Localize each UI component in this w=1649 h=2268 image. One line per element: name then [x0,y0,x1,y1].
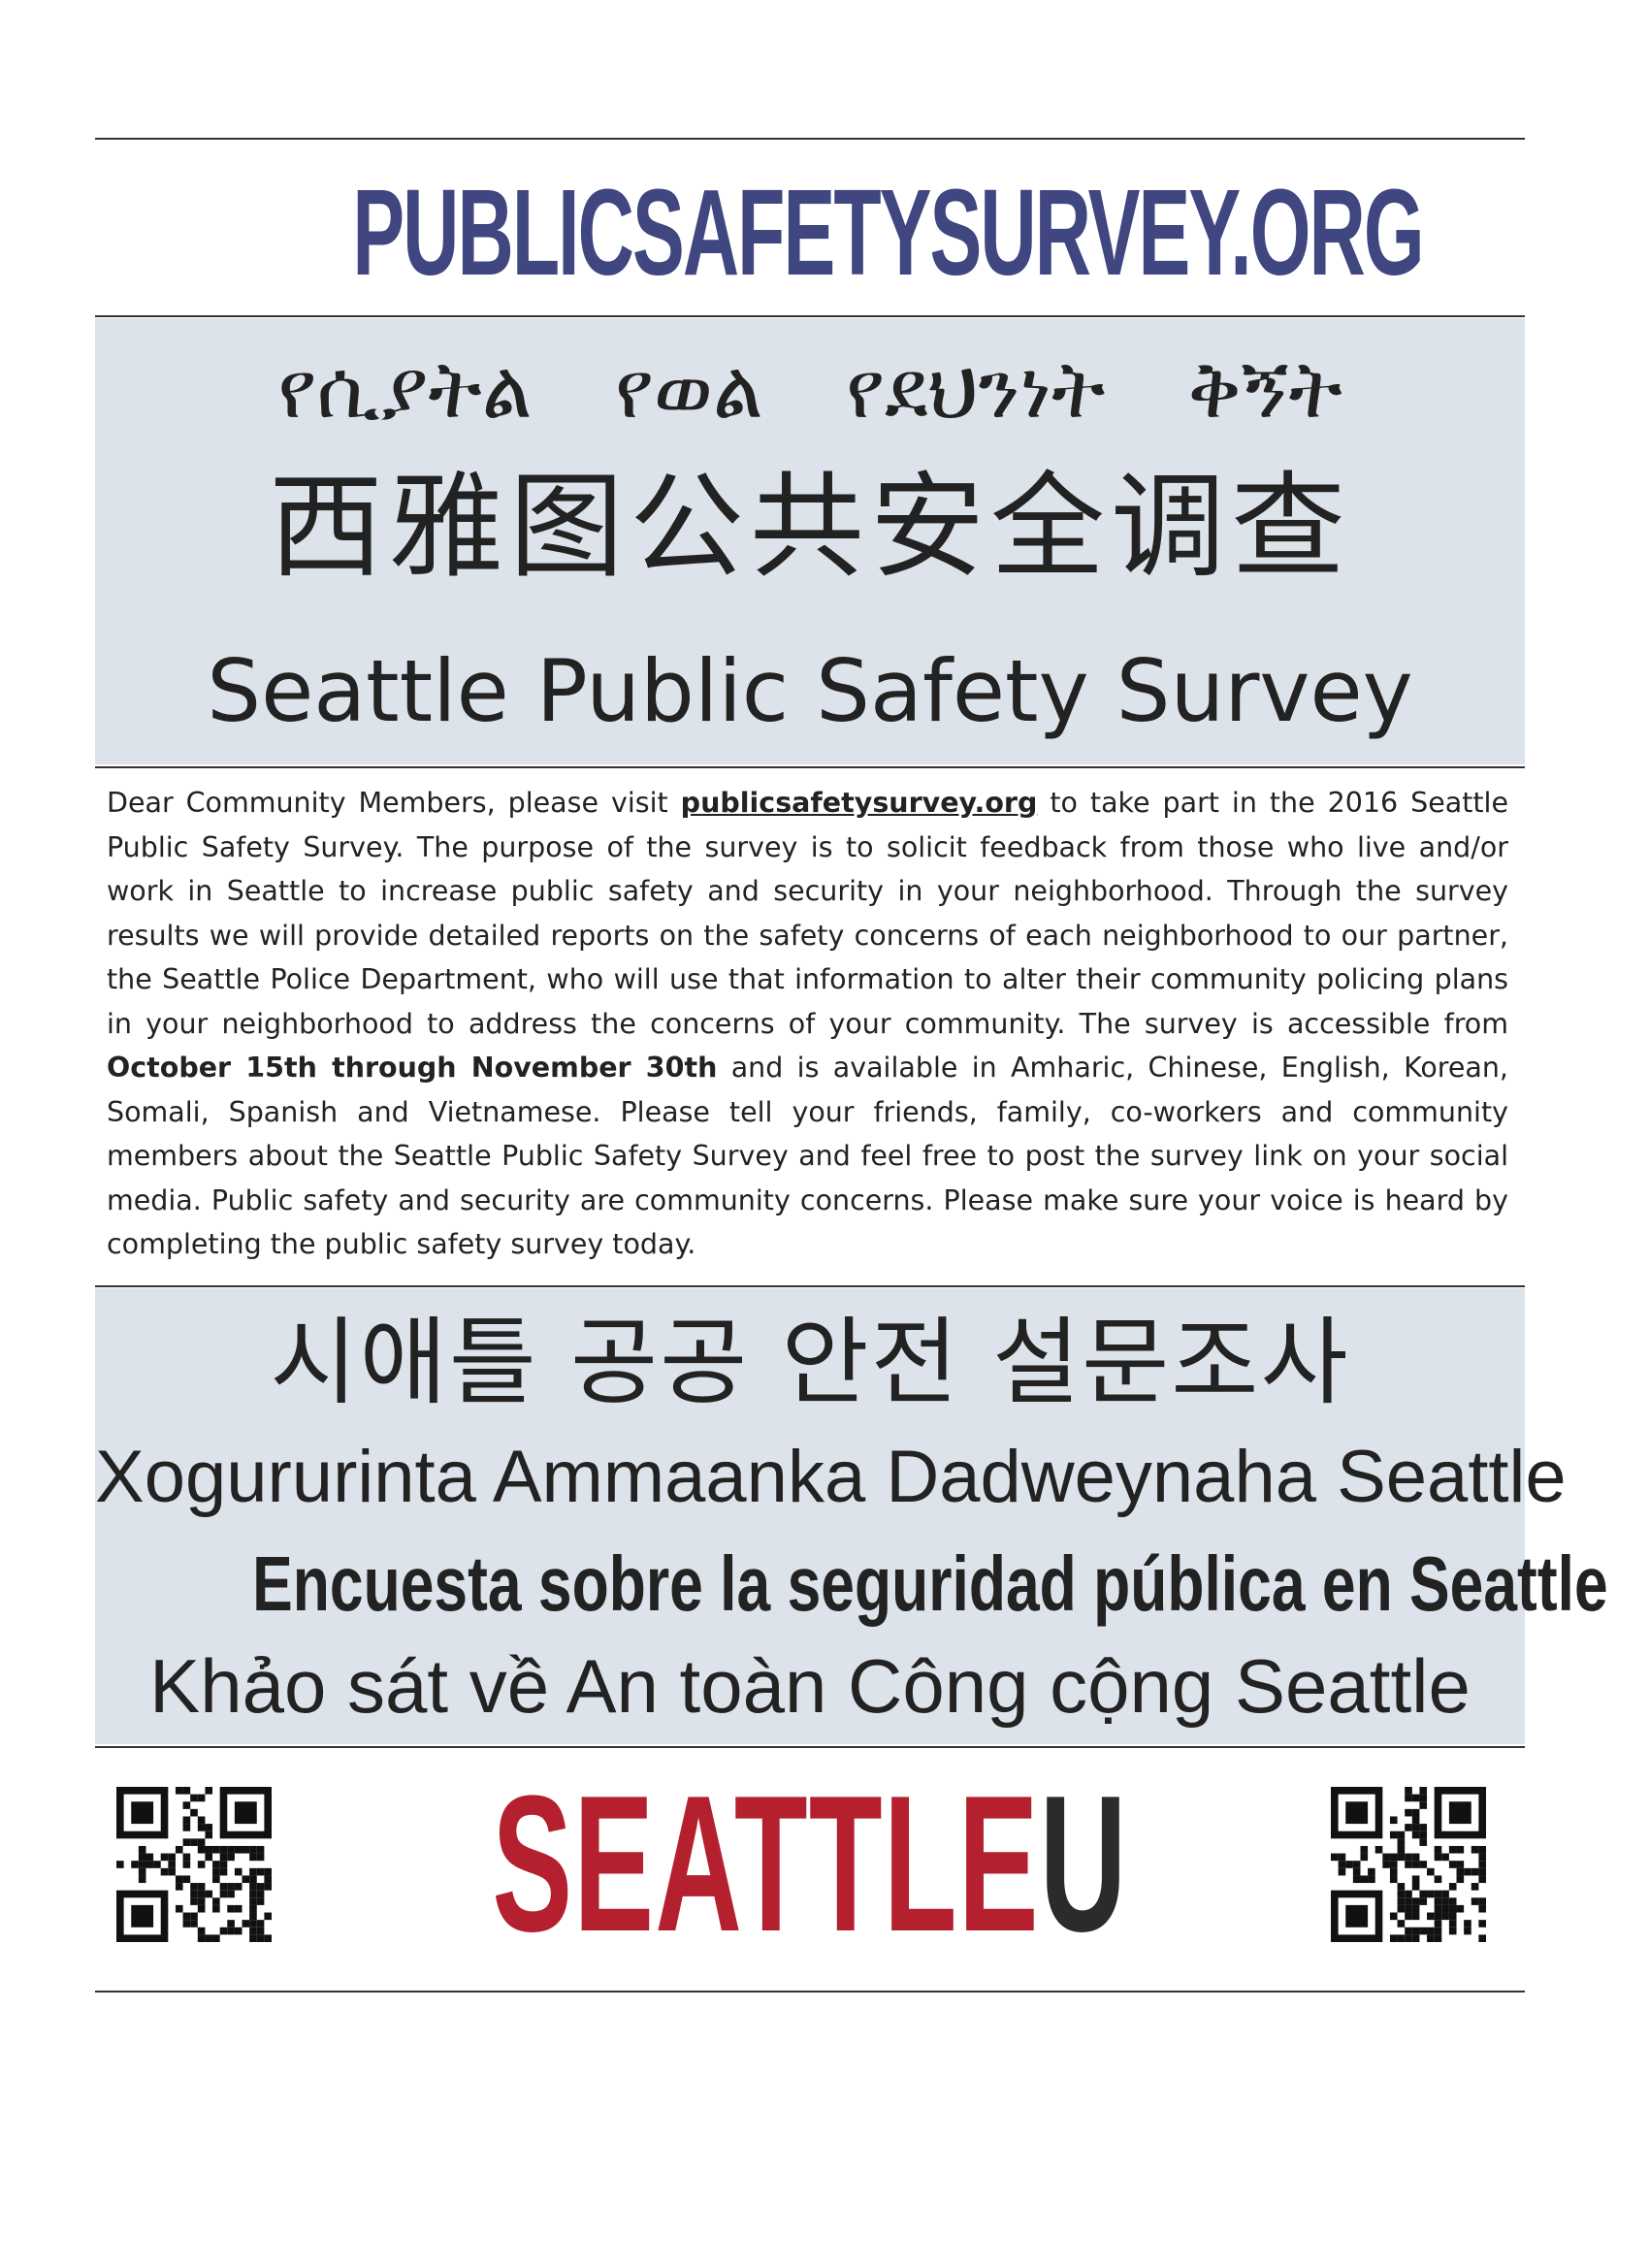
seattle-u-logo: SEATTLEU [488,1767,1131,1961]
chinese-title: 西雅图公共安全调查 [268,460,1351,594]
amharic-title: የሲያትል የወል የደህንነት ቅኝት [95,338,1525,444]
korean-title: 시애틀 공공 안전 설문조사 [270,1308,1350,1418]
headline-rule [95,315,1525,317]
amharic-word-1: የሲያትል [277,344,533,437]
somali-title: Xogururinta Ammaanka Dadweynaha Seattle [95,1436,1567,1518]
logo-text: SEATTLE [492,1756,1040,1972]
body-part2: to take part in the 2016 Seattle Public … [107,787,1508,1040]
panel-bottom-rule [95,766,1525,768]
amharic-word-3: የደህንነት [845,344,1106,437]
english-title: Seattle Public Safety Survey [207,641,1413,741]
vietnamese-title: Khảo sát về An toàn Công cộng Seattle [149,1643,1471,1729]
body-paragraph: Dear Community Members, please visit pub… [107,781,1508,1267]
qr-code-right[interactable] [1331,1787,1486,1942]
title-panel: የሲያትል የወል የደህንነት ቅኝት 西雅图公共安全调查 Seattle P… [95,318,1525,764]
bottom-rule [95,1991,1525,1993]
qr-code-left[interactable] [116,1787,272,1942]
amharic-word-2: የወል [614,344,763,437]
body-intro: Dear Community Members, please visit [107,787,681,819]
top-rule [95,138,1525,140]
body-rule [95,1285,1525,1287]
survey-dates: October 15th through November 30th [107,1052,718,1084]
survey-link[interactable]: publicsafetysurvey.org [681,787,1038,819]
translations-panel: 시애틀 공공 안전 설문조사 Xogururinta Ammaanka Dadw… [95,1288,1608,1744]
spanish-title: Encuesta sobre la seguridad pública en S… [252,1540,1608,1627]
amharic-word-4: ቅኝት [1187,344,1342,437]
headline-url: PUBLICSAFETYSURVEY.ORG [352,164,1424,301]
translations-rule [95,1746,1525,1748]
logo-letter-u: U [1039,1756,1128,1972]
